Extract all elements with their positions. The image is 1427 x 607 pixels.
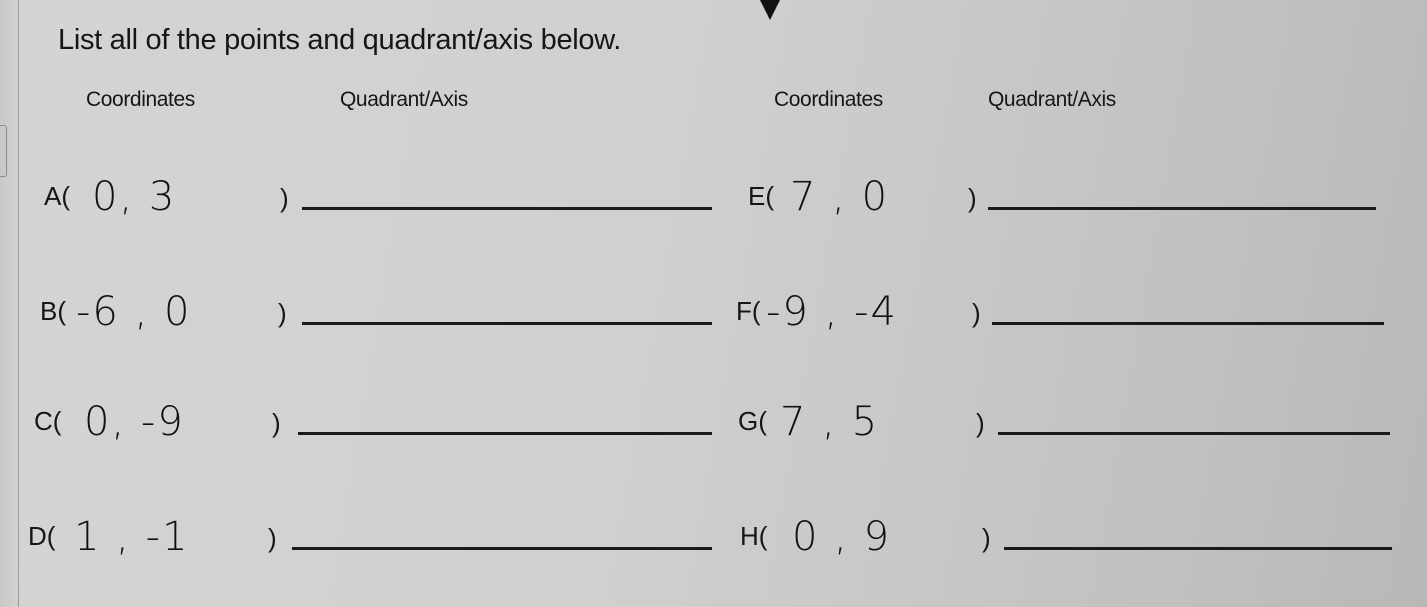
y-value: -9 xyxy=(140,399,185,445)
x-value: 0 xyxy=(92,174,120,220)
y-value: 9 xyxy=(863,514,892,560)
point-label: C( xyxy=(34,406,62,436)
answer-line[interactable] xyxy=(988,207,1376,210)
point-label: F( xyxy=(736,296,761,326)
point-row-e: E( 7 , 0 ) xyxy=(700,170,1427,230)
header-right-quadrant: Quadrant/Axis xyxy=(988,88,1116,111)
point-label: A( xyxy=(44,181,70,211)
y-value: 5 xyxy=(851,399,880,445)
triangle-marker-icon xyxy=(760,0,780,20)
point-coordinates[interactable]: 1 , -1 xyxy=(74,514,190,560)
answer-line[interactable] xyxy=(302,322,712,325)
x-value: -9 xyxy=(766,289,810,335)
y-value: 0 xyxy=(164,289,192,335)
point-coordinates[interactable]: 7 , 0 xyxy=(790,174,889,220)
point-label: H( xyxy=(740,521,768,551)
point-row-d: D( 1 , -1 ) xyxy=(0,510,712,570)
y-value: 3 xyxy=(148,174,177,220)
close-paren: ) xyxy=(272,408,281,438)
worksheet-page: List all of the points and quadrant/axis… xyxy=(0,0,1427,607)
point-label: D( xyxy=(28,521,56,551)
point-coordinates[interactable]: -6 , 0 xyxy=(76,289,192,335)
point-coordinates[interactable]: 7 , 5 xyxy=(780,399,879,445)
y-value: -4 xyxy=(854,289,898,335)
close-paren: ) xyxy=(268,523,277,553)
point-label: B( xyxy=(40,296,66,326)
close-paren: ) xyxy=(972,298,981,328)
point-coordinates[interactable]: 0, -9 xyxy=(84,399,185,445)
y-value: 0 xyxy=(861,174,890,220)
answer-line[interactable] xyxy=(292,547,712,550)
point-label: E( xyxy=(748,181,774,211)
x-value: -6 xyxy=(76,289,120,335)
point-label: G( xyxy=(738,406,767,436)
answer-line[interactable] xyxy=(992,322,1384,325)
point-row-c: C( 0, -9 ) xyxy=(0,395,712,455)
close-paren: ) xyxy=(968,183,977,213)
point-coordinates[interactable]: 0 , 9 xyxy=(792,514,891,560)
x-value: 0 xyxy=(792,514,820,560)
close-paren: ) xyxy=(280,183,289,213)
y-value: -1 xyxy=(145,514,190,560)
x-value: 0 xyxy=(84,399,112,445)
answer-line[interactable] xyxy=(302,207,712,210)
point-row-a: A( 0, 3 ) xyxy=(0,170,712,230)
point-coordinates[interactable]: -9 , -4 xyxy=(766,289,898,335)
point-coordinates[interactable]: 0, 3 xyxy=(92,174,176,220)
x-value: 1 xyxy=(74,514,102,560)
close-paren: ) xyxy=(976,408,985,438)
answer-line[interactable] xyxy=(998,432,1390,435)
instructions: List all of the points and quadrant/axis… xyxy=(58,24,622,56)
x-value: 7 xyxy=(790,174,818,220)
point-row-g: G( 7 , 5 ) xyxy=(700,395,1427,455)
close-paren: ) xyxy=(278,298,287,328)
point-row-b: B( -6 , 0 ) xyxy=(0,285,712,345)
x-value: 7 xyxy=(780,399,808,445)
point-row-h: H( 0 , 9 ) xyxy=(700,510,1427,570)
header-left-coordinates: Coordinates xyxy=(86,88,195,111)
point-row-f: F( -9 , -4 ) xyxy=(700,285,1427,345)
header-right-coordinates: Coordinates xyxy=(774,88,883,111)
header-left-quadrant: Quadrant/Axis xyxy=(340,88,468,111)
answer-line[interactable] xyxy=(1004,547,1392,550)
close-paren: ) xyxy=(982,523,991,553)
answer-line[interactable] xyxy=(298,432,712,435)
